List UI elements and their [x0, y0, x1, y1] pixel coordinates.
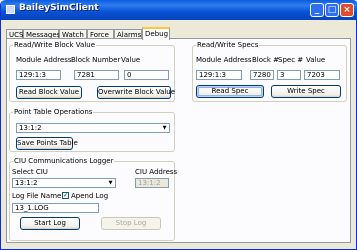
spec-value-label: Value	[306, 56, 326, 64]
point-table-legend: Point Table Operations	[14, 108, 93, 116]
read-spec-button[interactable]: Read Spec	[196, 85, 264, 98]
append-log-label: Apend Log	[71, 192, 109, 200]
spec-number-label: Spec #	[278, 56, 304, 64]
spec-number-input[interactable]: 3	[277, 70, 301, 80]
close-icon: ×	[343, 5, 351, 15]
ciu-address-label: CIU Address	[135, 168, 178, 176]
block-value-input[interactable]: 0	[124, 70, 169, 80]
read-block-value-button[interactable]: Read Block Value	[16, 86, 82, 99]
select-ciu-dropdown[interactable]: 13:1:2 ▼	[12, 178, 116, 188]
window-title: BaileySimClient	[19, 3, 99, 13]
read-write-specs-legend: Read/Write Specs	[197, 41, 259, 49]
point-table-select[interactable]: 13:1:2 ▼	[16, 123, 170, 133]
spec-module-address-input[interactable]: 129:1:3	[196, 70, 242, 80]
stop-log-button: Stop Log	[101, 217, 161, 230]
spec-value-input[interactable]: 7203	[304, 70, 340, 80]
save-points-table-button[interactable]: Save Points Table	[16, 137, 78, 150]
block-number-input[interactable]: 7281	[74, 70, 119, 80]
block-value-label: Value	[121, 56, 141, 64]
chevron-down-icon[interactable]: ▼	[160, 124, 169, 132]
write-spec-button[interactable]: Write Spec	[271, 85, 341, 98]
point-table-selected: 13:1:2	[19, 124, 42, 132]
ciu-address-field: 13:1:2	[135, 178, 169, 188]
block-module-address-input[interactable]: 129:1:3	[16, 70, 61, 80]
select-ciu-label: Select CIU	[12, 168, 48, 176]
minimize-button[interactable]: _	[310, 3, 324, 17]
app-window: BaileySimClient _ □ × UCS Messages Watch…	[0, 0, 357, 250]
block-module-address-label: Module Address	[16, 56, 72, 64]
ciu-logger-legend: CIU Communications Logger	[14, 157, 114, 165]
minimize-icon: _	[314, 5, 320, 15]
start-log-button[interactable]: Start Log	[20, 217, 80, 230]
spec-block-input[interactable]: 7280	[250, 70, 274, 80]
select-ciu-selected: 13:1:2	[15, 179, 38, 187]
app-icon	[6, 5, 15, 14]
maximize-icon: □	[327, 5, 337, 15]
log-file-name-input[interactable]: 13_1.LOG	[12, 203, 99, 213]
maximize-button[interactable]: □	[325, 3, 339, 17]
log-file-name-label: Log File Name	[12, 192, 62, 200]
tab-debug[interactable]: Debug	[142, 27, 170, 40]
append-log-checkbox[interactable]: ✔	[62, 192, 69, 199]
chevron-down-icon[interactable]: ▼	[106, 179, 115, 187]
block-number-label: Block Number	[71, 56, 121, 64]
close-button[interactable]: ×	[340, 3, 354, 17]
overwrite-block-value-button[interactable]: Overwrite Block Value	[97, 86, 175, 99]
debug-panel: Read/Write Block Value Module Address Bl…	[6, 38, 351, 243]
read-write-block-legend: Read/Write Block Value	[14, 41, 96, 49]
spec-block-label: Block #	[252, 56, 280, 64]
spec-module-address-label: Module Address	[196, 56, 252, 64]
title-bar[interactable]: BaileySimClient _ □ ×	[1, 0, 357, 20]
